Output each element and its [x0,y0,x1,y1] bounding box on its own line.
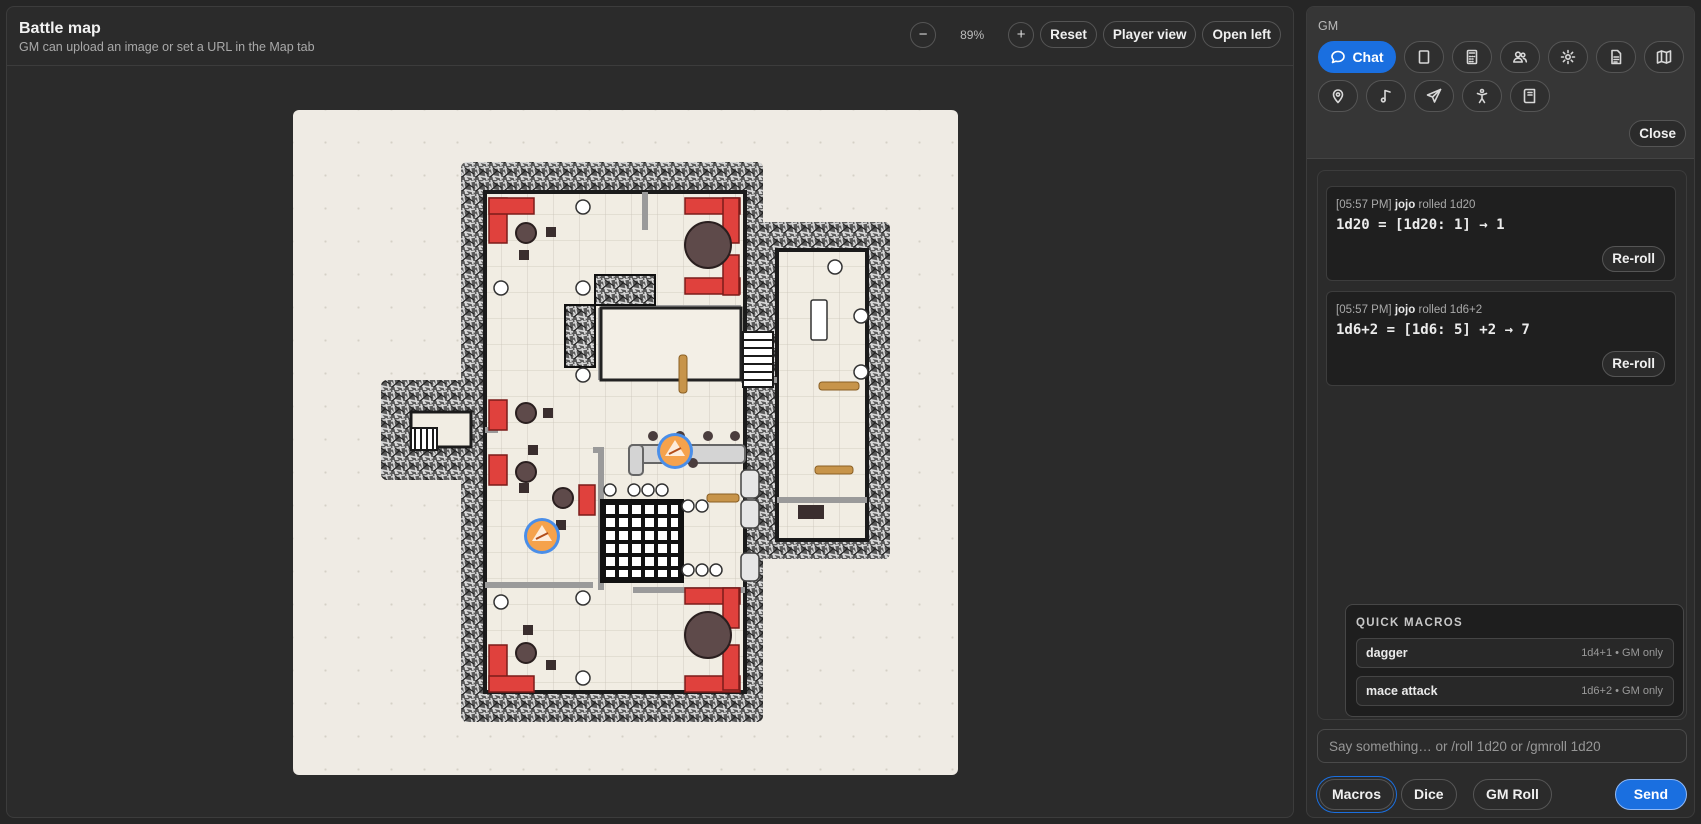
zoom-in-button[interactable]: + [1008,21,1035,48]
reroll-button[interactable]: Re-roll [1602,351,1665,377]
map-header: Battle map GM can upload an image or set… [7,7,1293,66]
macro-name: dagger [1366,646,1408,660]
message-user: jojo [1394,199,1416,211]
map-controls: − 89% + Reset Player view Open left [910,21,1281,48]
message-action: rolled 1d20 [1418,199,1476,211]
gear-icon [1560,49,1576,65]
player-token-1 [657,433,693,469]
zoom-level: 89% [960,27,985,42]
tab-chat-label: Chat [1352,49,1384,65]
macro-item-mace-attack[interactable]: mace attack 1d6+2 • GM only [1356,676,1674,706]
macro-info: 1d6+2 • GM only [1581,685,1663,697]
battle-map-panel: Battle map GM can upload an image or set… [6,6,1294,818]
quick-macros-title: QUICK MACROS [1356,617,1463,629]
dice-button[interactable]: Dice [1401,779,1457,810]
dungeon-map-image [381,162,890,722]
zoom-out-button[interactable]: − [910,21,937,48]
tab-chat[interactable]: Chat [1318,41,1396,73]
reroll-button[interactable]: Re-roll [1602,246,1665,272]
map-canvas[interactable] [293,110,958,775]
message-user: jojo [1394,304,1416,316]
message-time: [05:57 PM] [1336,199,1392,211]
tab-players[interactable] [1500,41,1540,73]
notes-icon [1418,50,1430,64]
chat-message: [05:57 PM] jojo rolled 1d20 1d20 = [1d20… [1326,186,1676,281]
roll-result: 1d20 = [1d20: 1] → 1 [1336,217,1505,233]
reset-button[interactable]: Reset [1040,21,1097,48]
chat-message: [05:57 PM] jojo rolled 1d6+2 1d6+2 = [1d… [1326,291,1676,386]
close-button[interactable]: Close [1629,120,1686,147]
map-subtitle: GM can upload an image or set a URL in t… [19,40,315,54]
message-meta: [05:57 PM] jojo rolled 1d20 [1336,199,1475,211]
player-token-2 [524,518,560,554]
macro-name: mace attack [1366,684,1438,698]
calculator-icon [1466,49,1478,65]
tab-music[interactable] [1366,80,1406,112]
map-pin-icon [1332,89,1344,104]
macro-item-dagger[interactable]: dagger 1d4+1 • GM only [1356,638,1674,668]
macro-info: 1d4+1 • GM only [1581,647,1663,659]
tab-locations[interactable] [1318,80,1358,112]
quick-macros-popover: QUICK MACROS dagger 1d4+1 • GM only mace… [1345,604,1684,717]
roll-result: 1d6+2 = [1d6: 5] +2 → 7 [1336,322,1530,338]
gm-sidebar: GM Chat Close [05:57 PM] jojo rolled 1d2… [1306,6,1695,818]
character-icon [1476,88,1488,104]
chat-input[interactable] [1317,729,1687,763]
tab-notes[interactable] [1404,41,1444,73]
handbook-icon [1523,88,1536,104]
tab-send[interactable] [1414,80,1454,112]
macros-button[interactable]: Macros [1319,779,1395,810]
music-note-icon [1380,89,1391,103]
open-left-button[interactable]: Open left [1202,21,1281,48]
player-view-button[interactable]: Player view [1102,21,1197,48]
tab-calculator[interactable] [1452,41,1492,73]
tab-characters[interactable] [1462,80,1502,112]
chat-actions: Macros Dice GM Roll Send [1317,775,1687,811]
tool-row-2 [1318,80,1550,112]
message-action: rolled 1d6+2 [1418,304,1483,316]
tool-row-1: Chat [1318,41,1684,73]
users-icon [1513,51,1528,63]
message-meta: [05:57 PM] jojo rolled 1d6+2 [1336,304,1482,316]
gm-roll-button[interactable]: GM Roll [1473,779,1552,810]
tab-handbook[interactable] [1510,80,1550,112]
document-icon [1611,49,1622,65]
send-icon [1426,88,1442,103]
message-time: [05:57 PM] [1336,304,1392,316]
send-button[interactable]: Send [1614,779,1687,810]
map-title: Battle map [19,20,101,37]
sidebar-toolbar: GM Chat Close [1307,7,1694,159]
map-icon [1656,50,1672,64]
tab-map[interactable] [1644,41,1684,73]
tab-document[interactable] [1596,41,1636,73]
role-label: GM [1318,19,1339,33]
chat-bubble-icon [1331,50,1346,64]
tab-settings[interactable] [1548,41,1588,73]
